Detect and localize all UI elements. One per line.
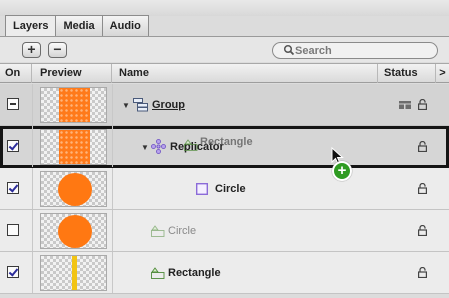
thumbnail-orange-rectangle [59, 88, 90, 122]
column-divider [112, 126, 113, 167]
column-divider [112, 168, 113, 209]
remove-layer-button[interactable]: − [48, 42, 67, 58]
layer-preview-thumbnail [40, 255, 107, 291]
lock-icon[interactable] [418, 99, 427, 110]
layer-preview-thumbnail [40, 129, 107, 165]
thumbnail-orange-circle [58, 173, 92, 206]
column-divider [32, 252, 33, 293]
layer-preview-thumbnail [40, 213, 107, 249]
replicator-icon [151, 139, 166, 154]
column-header-name[interactable]: Name [112, 64, 378, 83]
tab-audio[interactable]: Audio [102, 15, 149, 37]
layer-enable-checkbox[interactable] [7, 266, 19, 278]
layer-name-group[interactable]: Group [152, 84, 185, 126]
group-icon [133, 98, 148, 112]
column-divider [112, 84, 113, 125]
column-header-status[interactable]: Status [378, 64, 436, 83]
column-divider [32, 168, 33, 209]
add-badge-icon: + [332, 161, 352, 181]
column-divider [32, 126, 33, 167]
shape-layer-icon [151, 225, 165, 237]
thumbnail-orange-rectangle [59, 130, 90, 164]
lock-icon[interactable] [418, 141, 427, 152]
layers-toolbar: + − [0, 36, 449, 62]
dragged-shape-layer-icon [184, 139, 198, 151]
layer-enable-checkbox[interactable] [7, 182, 19, 194]
layer-name-rectangle[interactable]: Rectangle [168, 252, 221, 294]
layer-preview-thumbnail [40, 87, 107, 123]
disclosure-triangle-open-icon[interactable]: ▼ [141, 143, 149, 152]
lock-icon[interactable] [418, 183, 427, 194]
layer-enable-checkbox[interactable] [7, 98, 19, 110]
column-header-preview[interactable]: Preview [32, 64, 112, 83]
layer-row-group[interactable]: ▼ Group [0, 84, 449, 126]
layer-enable-checkbox[interactable] [7, 140, 19, 152]
tab-media[interactable]: Media [56, 15, 103, 37]
layers-list: ▼ Group ▼ Replicator Rectangle Circle Ci… [0, 84, 449, 298]
layer-preview-thumbnail [40, 171, 107, 207]
add-layer-button[interactable]: + [22, 42, 41, 58]
layer-name-circle[interactable]: Circle [215, 168, 246, 210]
search-input[interactable] [295, 44, 431, 57]
column-scroll-arrow[interactable]: > [436, 64, 449, 83]
column-divider [112, 210, 113, 251]
column-divider [32, 210, 33, 251]
panel-tabs: Layers Media Audio [5, 15, 149, 37]
layer-row-replicator[interactable]: ▼ Replicator Rectangle [0, 126, 449, 168]
dragged-layer-label: Rectangle [200, 136, 253, 148]
disclosure-triangle-open-icon[interactable]: ▼ [122, 101, 130, 110]
layer-enable-checkbox[interactable] [7, 224, 19, 236]
thumbnail-orange-circle [58, 215, 92, 248]
column-header-on[interactable]: On [0, 64, 32, 83]
layer-row-rectangle[interactable]: Rectangle [0, 252, 449, 294]
column-divider [112, 252, 113, 293]
layer-row-circle-disabled[interactable]: Circle [0, 210, 449, 252]
layer-row-circle[interactable]: Circle [0, 168, 449, 210]
tab-layers[interactable]: Layers [5, 15, 57, 37]
layer-name-circle[interactable]: Circle [168, 210, 196, 252]
column-header-row: On Preview Name Status > [0, 63, 449, 83]
lock-icon[interactable] [418, 225, 427, 236]
shape-layer-icon [151, 267, 165, 279]
thumbnail-yellow-bar [72, 256, 77, 290]
column-divider [32, 84, 33, 125]
search-icon [283, 44, 295, 56]
panel-top-strip [0, 0, 449, 16]
search-field[interactable] [272, 42, 438, 59]
shape-icon [196, 183, 208, 195]
lock-icon[interactable] [418, 267, 427, 278]
layer-stack-status-icon [399, 101, 411, 109]
